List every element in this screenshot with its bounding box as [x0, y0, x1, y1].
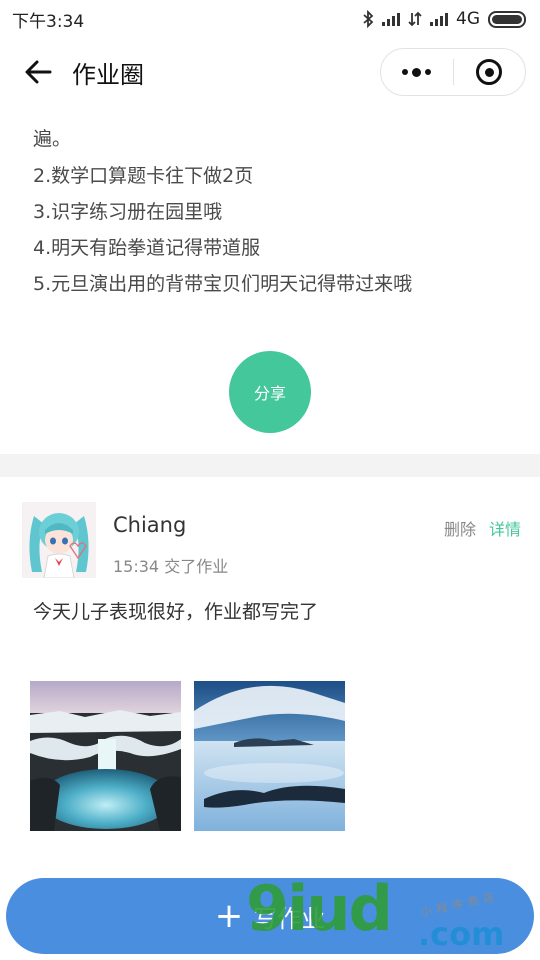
- share-button[interactable]: 分享: [229, 351, 311, 433]
- notice-line: 3.识字练习册在园里哦: [33, 201, 223, 223]
- homework-post-notice: 遍。 2.数学口算题卡往下做2页 3.识字练习册在园里哦 4.明天有跆拳道记得带…: [0, 104, 540, 454]
- battery-icon: [488, 10, 526, 28]
- homework-photo[interactable]: [30, 681, 181, 831]
- signal-icon: [382, 12, 400, 26]
- notice-line: 2.数学口算题卡往下做2页: [33, 165, 254, 187]
- network-type: 4G: [456, 9, 480, 29]
- avatar[interactable]: [22, 502, 96, 578]
- post-time: 15:34 交了作业: [113, 557, 229, 576]
- signal-icon: [430, 12, 448, 26]
- homework-post-submission: Chiang 15:34 交了作业 删除 详情 今天儿子表现很好，作业都写完了: [0, 477, 540, 877]
- watermark-domain: .com: [418, 915, 505, 953]
- anime-girl-avatar-image: [22, 502, 96, 578]
- notice-line: 遍。: [33, 128, 72, 150]
- target-circle-icon: [476, 59, 503, 85]
- notice-line: 5.元旦演出用的背带宝贝们明天记得带过来哦: [33, 273, 413, 295]
- homework-photo[interactable]: [194, 681, 345, 831]
- icy-sea-photo-image: [194, 681, 345, 831]
- nav-bar: 作业圈: [0, 40, 540, 104]
- mini-program-capsule: [380, 48, 526, 96]
- notice-line: 4.明天有跆拳道记得带道服: [33, 237, 261, 259]
- watermark-logo: 9iud: [246, 872, 393, 945]
- delete-button[interactable]: 删除: [444, 516, 476, 540]
- status-icons: 4G: [362, 9, 526, 29]
- plus-icon: +: [214, 896, 244, 936]
- close-program-button[interactable]: [454, 49, 526, 95]
- bluetooth-icon: [363, 10, 374, 28]
- data-transfer-icon: [408, 11, 422, 27]
- detail-button[interactable]: 详情: [489, 516, 521, 540]
- status-bar: 下午3:34 4G: [0, 0, 540, 38]
- post-divider: [0, 454, 540, 477]
- user-name: Chiang: [113, 513, 187, 537]
- arrow-left-icon: [25, 60, 52, 84]
- post-content: 今天儿子表现很好，作业都写完了: [33, 601, 319, 623]
- more-button[interactable]: [381, 49, 453, 95]
- status-time: 下午3:34: [12, 11, 85, 32]
- page-title: 作业圈: [72, 60, 144, 89]
- more-dots-icon: [402, 67, 432, 77]
- back-button[interactable]: [14, 48, 62, 96]
- waterfall-photo-image: [30, 681, 181, 831]
